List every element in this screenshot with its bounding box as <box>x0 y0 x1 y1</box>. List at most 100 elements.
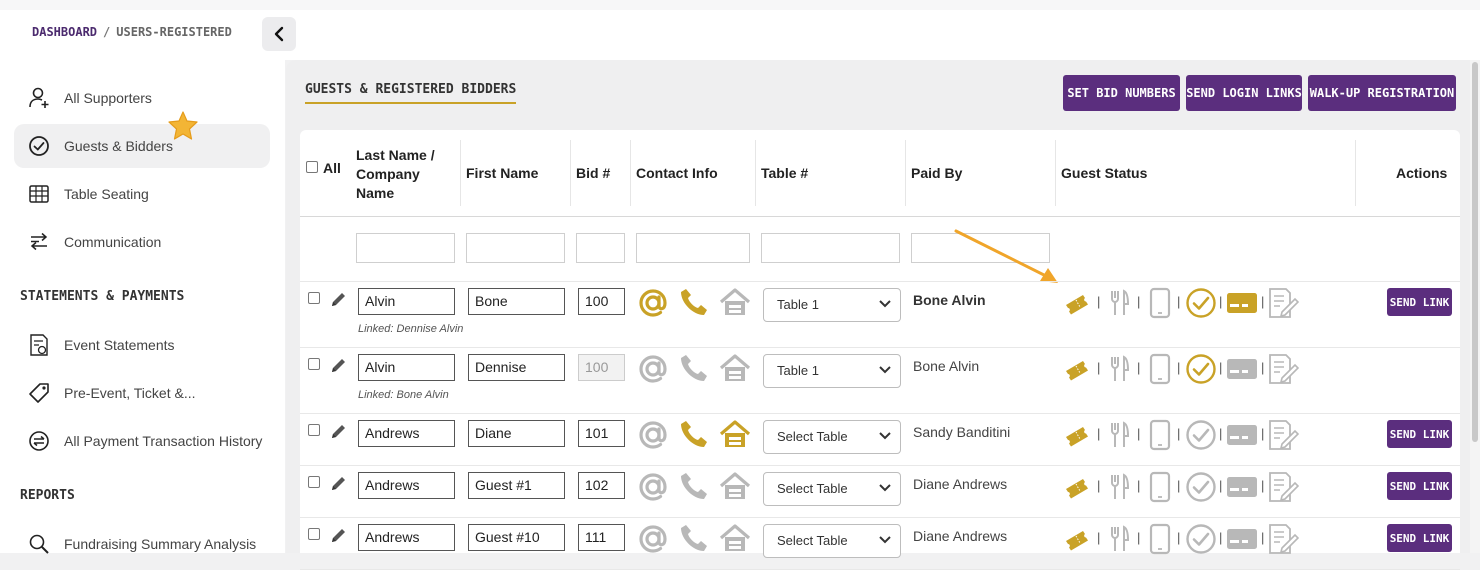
email-icon[interactable] <box>637 523 669 555</box>
last-name-input[interactable]: Andrews <box>358 472 455 499</box>
ticket-icon[interactable] <box>1063 473 1093 501</box>
first-name-input[interactable]: Guest #10 <box>468 524 565 551</box>
sidebar-item-communication[interactable]: Communication <box>14 220 270 264</box>
phone-icon[interactable] <box>679 523 709 553</box>
credit-card-icon[interactable] <box>1226 424 1258 446</box>
filter-last-name-input[interactable] <box>356 233 455 263</box>
first-name-input[interactable]: Diane <box>468 420 565 447</box>
email-icon[interactable] <box>637 287 669 319</box>
checked-in-icon[interactable] <box>1185 419 1217 451</box>
send-link-button[interactable]: SEND LINK <box>1387 288 1452 316</box>
scrollbar-thumb[interactable] <box>1472 62 1478 442</box>
phone-icon[interactable] <box>679 471 709 501</box>
sidebar-item-event-statements[interactable]: Event Statements <box>14 323 270 367</box>
ticket-icon[interactable] <box>1063 525 1093 553</box>
utensils-icon[interactable] <box>1108 525 1132 553</box>
filter-bid-input[interactable] <box>576 233 625 263</box>
notes-icon[interactable] <box>1267 287 1299 319</box>
filter-contact-input[interactable] <box>636 233 750 263</box>
send-link-button[interactable]: SEND LINK <box>1387 524 1452 552</box>
home-icon[interactable] <box>719 524 751 552</box>
utensils-icon[interactable] <box>1108 421 1132 449</box>
last-name-input[interactable]: Andrews <box>358 524 455 551</box>
first-name-input[interactable]: Bone <box>468 288 565 315</box>
first-name-input[interactable]: Guest #1 <box>468 472 565 499</box>
pencil-icon[interactable] <box>329 527 347 545</box>
sidebar-item-payment-history[interactable]: All Payment Transaction History <box>14 419 270 463</box>
mobile-device-icon[interactable] <box>1148 353 1172 385</box>
phone-icon[interactable] <box>679 287 709 317</box>
checked-in-icon[interactable] <box>1185 523 1217 555</box>
home-icon[interactable] <box>719 472 751 500</box>
last-name-input[interactable]: Alvin <box>358 288 455 315</box>
pencil-icon[interactable] <box>329 423 347 441</box>
home-icon[interactable] <box>719 420 751 448</box>
row-checkbox[interactable] <box>308 358 320 370</box>
last-name-input[interactable]: Andrews <box>358 420 455 447</box>
collapse-sidebar-button[interactable] <box>262 17 296 51</box>
sidebar-item-guests-bidders[interactable]: Guests & Bidders <box>14 124 270 168</box>
notes-icon[interactable] <box>1267 419 1299 451</box>
email-icon[interactable] <box>637 471 669 503</box>
email-icon[interactable] <box>637 419 669 451</box>
send-link-button[interactable]: SEND LINK <box>1387 472 1452 500</box>
checked-in-icon[interactable] <box>1185 471 1217 503</box>
first-name-input[interactable]: Dennise <box>468 354 565 381</box>
bid-number-input[interactable]: 101 <box>578 420 625 447</box>
walk-up-registration-button[interactable]: WALK-UP REGISTRATION <box>1308 75 1456 111</box>
pencil-icon[interactable] <box>329 475 347 493</box>
filter-first-name-input[interactable] <box>466 233 565 263</box>
credit-card-icon[interactable] <box>1226 292 1258 314</box>
send-link-button[interactable]: SEND LINK <box>1387 420 1452 448</box>
email-icon[interactable] <box>637 353 669 385</box>
table-select[interactable]: Select Table <box>763 472 901 506</box>
utensils-icon[interactable] <box>1108 473 1132 501</box>
header-bid[interactable]: Bid # <box>576 165 610 181</box>
mobile-device-icon[interactable] <box>1148 419 1172 451</box>
ticket-icon[interactable] <box>1063 421 1093 449</box>
set-bid-numbers-button[interactable]: SET BID NUMBERS <box>1063 75 1180 111</box>
header-first-name[interactable]: First Name <box>466 165 538 181</box>
row-checkbox[interactable] <box>308 424 320 436</box>
last-name-input[interactable]: Alvin <box>358 354 455 381</box>
pencil-icon[interactable] <box>329 291 347 309</box>
credit-card-icon[interactable] <box>1226 358 1258 380</box>
sidebar-item-pre-event-ticket[interactable]: Pre-Event, Ticket &... <box>14 371 270 415</box>
header-paid-by[interactable]: Paid By <box>911 165 962 181</box>
table-select[interactable]: Table 1 <box>763 354 901 388</box>
table-select[interactable]: Select Table <box>763 420 901 454</box>
select-all-checkbox[interactable] <box>306 161 318 173</box>
notes-icon[interactable] <box>1267 353 1299 385</box>
sidebar-item-table-seating[interactable]: Table Seating <box>14 172 270 216</box>
mobile-device-icon[interactable] <box>1148 523 1172 555</box>
mobile-device-icon[interactable] <box>1148 287 1172 319</box>
header-last-name[interactable]: Last Name / Company Name <box>356 146 456 203</box>
row-checkbox[interactable] <box>308 476 320 488</box>
table-select[interactable]: Table 1 <box>763 288 901 322</box>
sidebar-item-fundraising-summary[interactable]: Fundraising Summary Analysis <box>14 522 270 566</box>
pencil-icon[interactable] <box>329 357 347 375</box>
ticket-icon[interactable] <box>1063 289 1093 317</box>
send-login-links-button[interactable]: SEND LOGIN LINKS <box>1186 75 1302 111</box>
phone-icon[interactable] <box>679 353 709 383</box>
header-table[interactable]: Table # <box>761 165 808 181</box>
breadcrumb-home[interactable]: DASHBOARD <box>32 25 97 39</box>
home-icon[interactable] <box>719 354 751 382</box>
utensils-icon[interactable] <box>1108 289 1132 317</box>
home-icon[interactable] <box>719 288 751 316</box>
bid-number-input[interactable]: 111 <box>578 524 625 551</box>
sidebar-item-all-supporters[interactable]: All Supporters <box>14 76 270 120</box>
notes-icon[interactable] <box>1267 523 1299 555</box>
bid-number-input[interactable]: 100 <box>578 288 625 315</box>
bid-number-input[interactable]: 102 <box>578 472 625 499</box>
phone-icon[interactable] <box>679 419 709 449</box>
filter-table-input[interactable] <box>761 233 900 263</box>
row-checkbox[interactable] <box>308 528 320 540</box>
checked-in-icon[interactable] <box>1185 353 1217 385</box>
notes-icon[interactable] <box>1267 471 1299 503</box>
mobile-device-icon[interactable] <box>1148 471 1172 503</box>
row-checkbox[interactable] <box>308 292 320 304</box>
checked-in-icon[interactable] <box>1185 287 1217 319</box>
utensils-icon[interactable] <box>1108 355 1132 383</box>
credit-card-icon[interactable] <box>1226 528 1258 550</box>
